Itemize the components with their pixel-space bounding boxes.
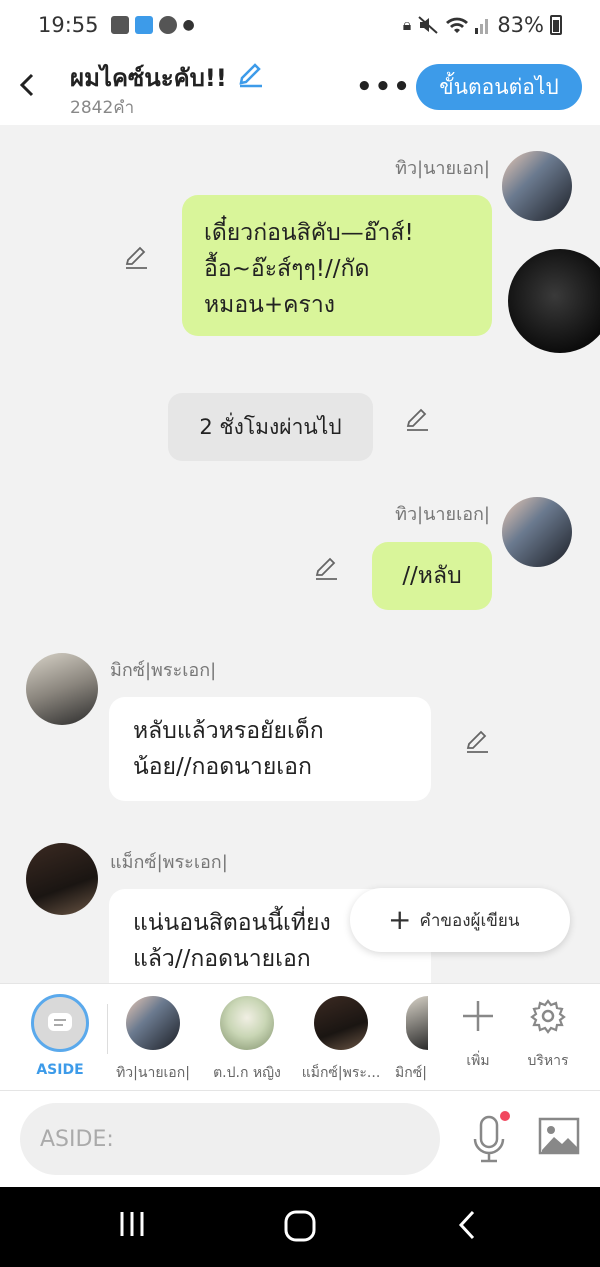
aside-button[interactable] — [31, 994, 89, 1052]
microphone-icon[interactable] — [470, 1115, 508, 1165]
status-bar: 19:55 ● 🔒︎ 83% — [0, 0, 600, 50]
speaker-name: ทิว|นายเอก| — [395, 158, 490, 179]
character-name: มิกซ์| — [395, 1065, 427, 1081]
add-label[interactable]: เพิ่ม — [448, 1050, 508, 1072]
message-line: อื้อ~อ๊ะส์ๆๆ!//กัด — [204, 256, 370, 282]
back-icon[interactable] — [456, 1209, 478, 1241]
avatar[interactable] — [502, 497, 572, 567]
avatar[interactable] — [26, 653, 98, 725]
more-options-icon[interactable]: ••• — [356, 72, 412, 102]
battery-percent: 83% — [497, 13, 544, 37]
home-icon[interactable] — [283, 1209, 317, 1243]
speaker-name: มิกซ์|พระเอก| — [110, 660, 217, 681]
author-note-button[interactable]: + คำของผู้เขียน — [350, 888, 570, 952]
author-note-label: คำของผู้เขียน — [419, 910, 520, 931]
gallery-notification-icon — [110, 16, 129, 34]
image-icon[interactable] — [538, 1117, 580, 1157]
wifi-icon — [446, 17, 469, 33]
signal-icon — [475, 19, 489, 34]
recent-apps-icon[interactable] — [118, 1209, 146, 1239]
message-line: หมอน+คราง — [204, 292, 336, 318]
character-name: ต.ป.ก หญิง — [213, 1065, 281, 1081]
message-line: หลับแล้วหรอยัยเด็ก — [133, 718, 324, 744]
editor-header: ผมไคซ์นะคับ!! 2842คำ ••• ขั้นตอนต่อไป — [0, 50, 600, 125]
plus-icon: + — [388, 903, 412, 936]
back-arrow-icon[interactable] — [14, 67, 42, 103]
message-bubble[interactable]: หลับแล้วหรอยัยเด็ก น้อย//กอดนายเอก — [109, 697, 431, 801]
message-line: น้อย//กอดนายเอก — [133, 754, 312, 780]
lock-icon: 🔒︎ — [402, 15, 412, 34]
message-input[interactable] — [20, 1103, 440, 1175]
aside-icon — [48, 1013, 72, 1031]
avatar[interactable] — [26, 843, 98, 915]
story-title[interactable]: ผมไคซ์นะคับ!! — [70, 58, 227, 97]
manage-label[interactable]: บริหาร — [518, 1050, 578, 1072]
edit-title-icon[interactable] — [236, 60, 264, 88]
edit-message-icon[interactable] — [464, 728, 490, 754]
add-icon[interactable] — [460, 998, 496, 1034]
app-notification-icon — [134, 16, 153, 34]
character-avatar[interactable] — [220, 996, 274, 1050]
next-step-button[interactable]: ขั้นตอนต่อไป — [416, 64, 582, 110]
avatar[interactable] — [502, 151, 572, 221]
character-name: แม็กซ์|พระ... — [301, 1065, 381, 1081]
message-bubble[interactable]: //หลับ — [372, 542, 492, 610]
composer-bar — [0, 1091, 600, 1187]
status-time: 19:55 — [38, 13, 99, 37]
system-message[interactable]: 2 ชั่งโมงผ่านไป — [168, 393, 373, 461]
message-line: //หลับ — [402, 563, 462, 589]
aside-label: ASIDE — [36, 1062, 84, 1078]
edit-message-icon[interactable] — [404, 406, 430, 432]
speaker-name: ทิว|นายเอก| — [395, 504, 490, 525]
notification-dot — [500, 1111, 510, 1121]
character-name: ทิว|นายเอก| — [116, 1065, 190, 1081]
word-count: 2842คำ — [70, 98, 135, 118]
gear-icon[interactable] — [530, 998, 566, 1034]
character-avatar[interactable] — [314, 996, 368, 1050]
mute-icon — [418, 16, 438, 34]
system-nav-bar — [0, 1187, 600, 1267]
message-line: เดี๋ยวก่อนสิคับ—อ๊าส์! — [204, 220, 414, 246]
divider — [107, 1004, 108, 1054]
edit-message-icon[interactable] — [313, 555, 339, 581]
floating-avatar[interactable] — [508, 249, 600, 353]
chat-area: ทิว|นายเอก| เดี๋ยวก่อนสิคับ—อ๊าส์! อื้อ~… — [0, 125, 600, 983]
message-bubble[interactable]: เดี๋ยวก่อนสิคับ—อ๊าส์! อื้อ~อ๊ะส์ๆๆ!//กั… — [182, 195, 492, 336]
line-notification-icon — [158, 16, 177, 34]
battery-icon — [550, 15, 562, 35]
edit-message-icon[interactable] — [123, 244, 149, 270]
character-avatar[interactable] — [406, 996, 428, 1050]
more-notifications-icon: ● — [182, 17, 195, 33]
character-bar: ASIDE ทิว|นายเอก| ต.ป.ก หญิง แม็กซ์|พระ.… — [0, 983, 600, 1091]
character-avatar[interactable] — [126, 996, 180, 1050]
speaker-name: แม็กซ์|พระเอก| — [110, 852, 228, 873]
